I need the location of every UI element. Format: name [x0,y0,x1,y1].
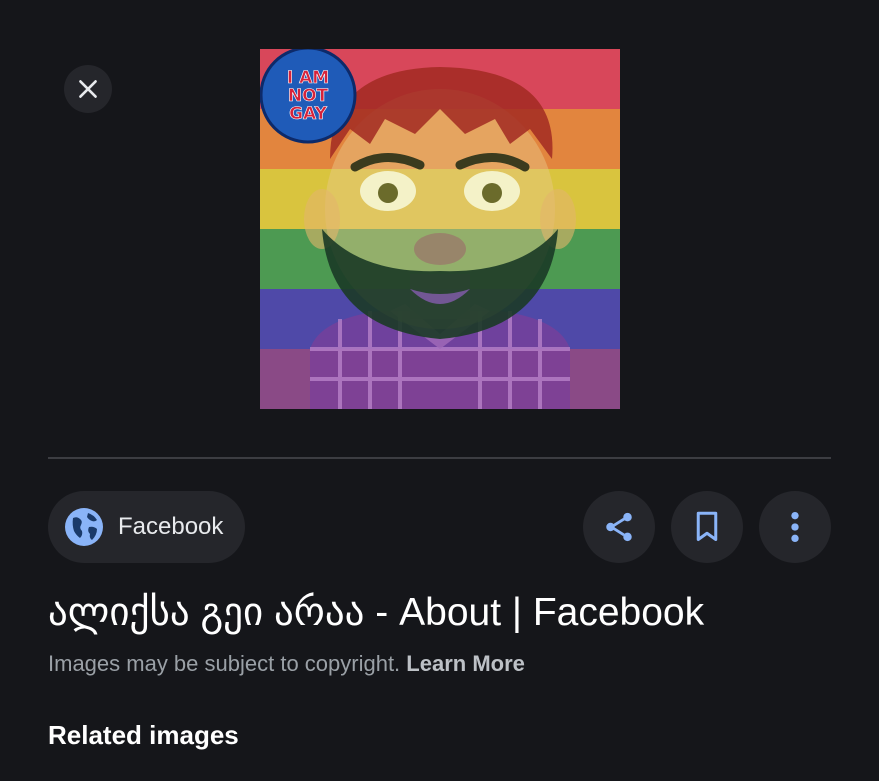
copyright-text: Images may be subject to copyright. [48,651,401,676]
related-images-heading: Related images [48,720,239,750]
more-options-button[interactable] [759,491,831,563]
result-title-link[interactable]: ალიქსა გეი არაა - About | Facebook [48,590,704,635]
close-button[interactable] [64,65,112,113]
badge-line-3: GAY [289,104,327,124]
close-icon [79,80,97,98]
image-viewer-panel: I AM NOT GAY Facebook ალიქსა გეი არაა - … [0,0,879,781]
copyright-notice: Images may be subject to copyright. Lear… [48,651,525,677]
share-button[interactable] [583,491,655,563]
source-chip-facebook[interactable]: Facebook [48,491,246,563]
save-button[interactable] [671,491,743,563]
divider [48,457,831,459]
share-icon [606,512,632,542]
bookmark-icon [696,511,718,541]
badge-line-2: NOT [288,86,329,106]
source-label: Facebook [118,513,224,540]
learn-more-link[interactable]: Learn More [406,651,525,676]
globe-icon [65,508,103,546]
preview-image[interactable]: I AM NOT GAY [260,49,620,409]
preview-image-graphic: I AM NOT GAY [260,49,620,409]
badge-line-1: I AM [287,68,329,88]
more-vert-icon [791,511,799,543]
